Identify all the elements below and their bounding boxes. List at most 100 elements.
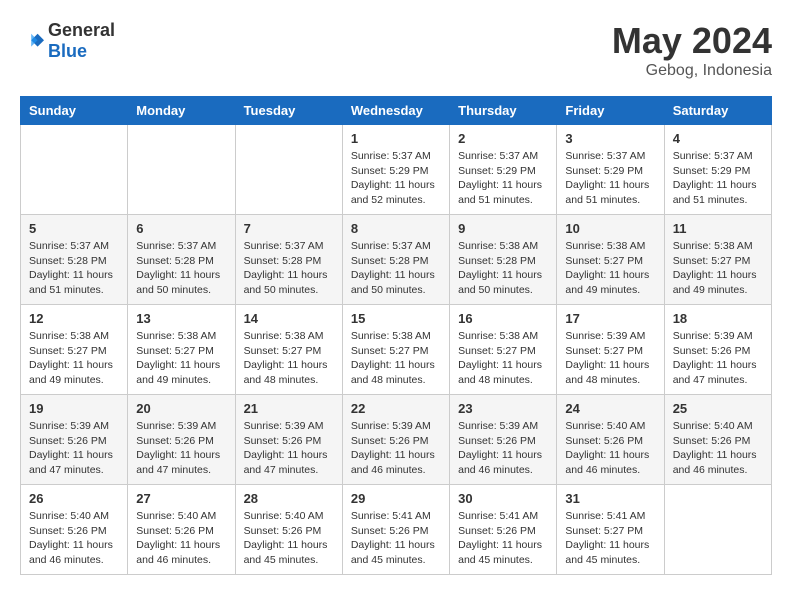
day-number: 19 bbox=[29, 401, 119, 416]
cell-info: Sunrise: 5:37 AM Sunset: 5:29 PM Dayligh… bbox=[673, 149, 763, 208]
calendar-cell: 30Sunrise: 5:41 AM Sunset: 5:26 PM Dayli… bbox=[450, 485, 557, 575]
cell-info: Sunrise: 5:41 AM Sunset: 5:26 PM Dayligh… bbox=[351, 509, 441, 568]
day-number: 27 bbox=[136, 491, 226, 506]
calendar-cell: 29 Sunrise: 5:41 AM Sunset: 5:26 PM Dayli… bbox=[342, 485, 449, 575]
day-number: 17 bbox=[565, 311, 655, 326]
cell-info: Sunrise: 5:41 AM Sunset: 5:27 PM Dayligh… bbox=[565, 509, 655, 568]
cell-info: Sunrise: 5:39 AM Sunset: 5:26 PM Dayligh… bbox=[351, 419, 441, 478]
calendar-cell bbox=[21, 125, 128, 215]
weekday-header-wednesday: Wednesday bbox=[342, 97, 449, 125]
cell-info: Sunrise: 5:38 AM Sunset: 5:27 PM Dayligh… bbox=[673, 239, 763, 298]
location-title: Gebog, Indonesia bbox=[612, 62, 772, 80]
logo-blue: Blue bbox=[48, 41, 87, 61]
cell-info: Sunrise: 5:37 AM Sunset: 5:28 PM Dayligh… bbox=[351, 239, 441, 298]
cell-info: Sunrise: 5:39 AM Sunset: 5:26 PM Dayligh… bbox=[673, 329, 763, 388]
week-row-5: 26Sunrise: 5:40 AM Sunset: 5:26 PM Dayli… bbox=[21, 485, 772, 575]
calendar-cell: 23 Sunrise: 5:39 AM Sunset: 5:26 PM Dayli… bbox=[450, 395, 557, 485]
cell-info: Sunrise: 5:38 AM Sunset: 5:27 PM Dayligh… bbox=[458, 329, 548, 388]
cell-info: Sunrise: 5:39 AM Sunset: 5:26 PM Dayligh… bbox=[136, 419, 226, 478]
calendar-cell: 10Sunrise: 5:38 AM Sunset: 5:27 PM Dayli… bbox=[557, 215, 664, 305]
calendar-cell: 28Sunrise: 5:40 AM Sunset: 5:26 PM Dayli… bbox=[235, 485, 342, 575]
calendar-cell: 17Sunrise: 5:39 AM Sunset: 5:27 PM Dayli… bbox=[557, 305, 664, 395]
logo-text: General Blue bbox=[48, 20, 115, 62]
weekday-header-friday: Friday bbox=[557, 97, 664, 125]
day-number: 18 bbox=[673, 311, 763, 326]
month-title: May 2024 bbox=[612, 20, 772, 62]
calendar-cell: 13Sunrise: 5:38 AM Sunset: 5:27 PM Dayli… bbox=[128, 305, 235, 395]
logo-general: General bbox=[48, 20, 115, 40]
calendar-cell bbox=[128, 125, 235, 215]
cell-info: Sunrise: 5:39 AM Sunset: 5:26 PM Dayligh… bbox=[29, 419, 119, 478]
logo: General Blue bbox=[20, 20, 115, 62]
weekday-header-sunday: Sunday bbox=[21, 97, 128, 125]
cell-info: Sunrise: 5:37 AM Sunset: 5:29 PM Dayligh… bbox=[458, 149, 548, 208]
calendar-cell: 6 Sunrise: 5:37 AM Sunset: 5:28 PM Daylig… bbox=[128, 215, 235, 305]
day-number: 4 bbox=[673, 131, 763, 146]
cell-info: Sunrise: 5:39 AM Sunset: 5:26 PM Dayligh… bbox=[244, 419, 334, 478]
calendar-cell bbox=[664, 485, 771, 575]
day-number: 21 bbox=[244, 401, 334, 416]
cell-info: Sunrise: 5:38 AM Sunset: 5:27 PM Dayligh… bbox=[244, 329, 334, 388]
calendar-cell: 5Sunrise: 5:37 AM Sunset: 5:28 PM Daylig… bbox=[21, 215, 128, 305]
day-number: 24 bbox=[565, 401, 655, 416]
day-number: 1 bbox=[351, 131, 441, 146]
day-number: 29 bbox=[351, 491, 441, 506]
calendar-cell: 15Sunrise: 5:38 AM Sunset: 5:27 PM Dayli… bbox=[342, 305, 449, 395]
calendar-cell: 26Sunrise: 5:40 AM Sunset: 5:26 PM Dayli… bbox=[21, 485, 128, 575]
calendar-cell: 11 Sunrise: 5:38 AM Sunset: 5:27 PM Dayli… bbox=[664, 215, 771, 305]
cell-info: Sunrise: 5:39 AM Sunset: 5:26 PM Dayligh… bbox=[458, 419, 548, 478]
title-area: May 2024 Gebog, Indonesia bbox=[612, 20, 772, 80]
week-row-1: 1 Sunrise: 5:37 AM Sunset: 5:29 PM Daylig… bbox=[21, 125, 772, 215]
day-number: 3 bbox=[565, 131, 655, 146]
calendar-cell: 25 Sunrise: 5:40 AM Sunset: 5:26 PM Dayli… bbox=[664, 395, 771, 485]
day-number: 13 bbox=[136, 311, 226, 326]
day-number: 30 bbox=[458, 491, 548, 506]
day-number: 25 bbox=[673, 401, 763, 416]
logo-icon bbox=[20, 29, 44, 53]
weekday-header-row: SundayMondayTuesdayWednesdayThursdayFrid… bbox=[21, 97, 772, 125]
calendar-cell: 24 Sunrise: 5:40 AM Sunset: 5:26 PM Dayli… bbox=[557, 395, 664, 485]
week-row-3: 12 Sunrise: 5:38 AM Sunset: 5:27 PM Dayli… bbox=[21, 305, 772, 395]
weekday-header-monday: Monday bbox=[128, 97, 235, 125]
calendar-cell: 16 Sunrise: 5:38 AM Sunset: 5:27 PM Dayli… bbox=[450, 305, 557, 395]
cell-info: Sunrise: 5:40 AM Sunset: 5:26 PM Dayligh… bbox=[673, 419, 763, 478]
calendar-cell: 7 Sunrise: 5:37 AM Sunset: 5:28 PM Daylig… bbox=[235, 215, 342, 305]
day-number: 22 bbox=[351, 401, 441, 416]
cell-info: Sunrise: 5:37 AM Sunset: 5:28 PM Dayligh… bbox=[244, 239, 334, 298]
day-number: 9 bbox=[458, 221, 548, 236]
day-number: 10 bbox=[565, 221, 655, 236]
calendar-cell: 4 Sunrise: 5:37 AM Sunset: 5:29 PM Daylig… bbox=[664, 125, 771, 215]
calendar-cell: 14 Sunrise: 5:38 AM Sunset: 5:27 PM Dayli… bbox=[235, 305, 342, 395]
calendar-cell: 21 Sunrise: 5:39 AM Sunset: 5:26 PM Dayli… bbox=[235, 395, 342, 485]
calendar-cell: 27 Sunrise: 5:40 AM Sunset: 5:26 PM Dayli… bbox=[128, 485, 235, 575]
day-number: 15 bbox=[351, 311, 441, 326]
day-number: 20 bbox=[136, 401, 226, 416]
calendar-cell bbox=[235, 125, 342, 215]
calendar-table: SundayMondayTuesdayWednesdayThursdayFrid… bbox=[20, 96, 772, 575]
weekday-header-tuesday: Tuesday bbox=[235, 97, 342, 125]
week-row-4: 19 Sunrise: 5:39 AM Sunset: 5:26 PM Dayli… bbox=[21, 395, 772, 485]
weekday-header-thursday: Thursday bbox=[450, 97, 557, 125]
calendar-cell: 31 Sunrise: 5:41 AM Sunset: 5:27 PM Dayli… bbox=[557, 485, 664, 575]
day-number: 14 bbox=[244, 311, 334, 326]
calendar-cell: 3Sunrise: 5:37 AM Sunset: 5:29 PM Daylig… bbox=[557, 125, 664, 215]
day-number: 31 bbox=[565, 491, 655, 506]
calendar-cell: 2 Sunrise: 5:37 AM Sunset: 5:29 PM Daylig… bbox=[450, 125, 557, 215]
cell-info: Sunrise: 5:38 AM Sunset: 5:27 PM Dayligh… bbox=[29, 329, 119, 388]
day-number: 23 bbox=[458, 401, 548, 416]
day-number: 12 bbox=[29, 311, 119, 326]
day-number: 2 bbox=[458, 131, 548, 146]
calendar-cell: 18 Sunrise: 5:39 AM Sunset: 5:26 PM Dayli… bbox=[664, 305, 771, 395]
cell-info: Sunrise: 5:37 AM Sunset: 5:28 PM Dayligh… bbox=[136, 239, 226, 298]
cell-info: Sunrise: 5:40 AM Sunset: 5:26 PM Dayligh… bbox=[244, 509, 334, 568]
weekday-header-saturday: Saturday bbox=[664, 97, 771, 125]
day-number: 6 bbox=[136, 221, 226, 236]
header: General Blue May 2024 Gebog, Indonesia bbox=[20, 20, 772, 80]
day-number: 8 bbox=[351, 221, 441, 236]
cell-info: Sunrise: 5:40 AM Sunset: 5:26 PM Dayligh… bbox=[136, 509, 226, 568]
cell-info: Sunrise: 5:40 AM Sunset: 5:26 PM Dayligh… bbox=[565, 419, 655, 478]
day-number: 11 bbox=[673, 221, 763, 236]
day-number: 7 bbox=[244, 221, 334, 236]
week-row-2: 5Sunrise: 5:37 AM Sunset: 5:28 PM Daylig… bbox=[21, 215, 772, 305]
day-number: 16 bbox=[458, 311, 548, 326]
